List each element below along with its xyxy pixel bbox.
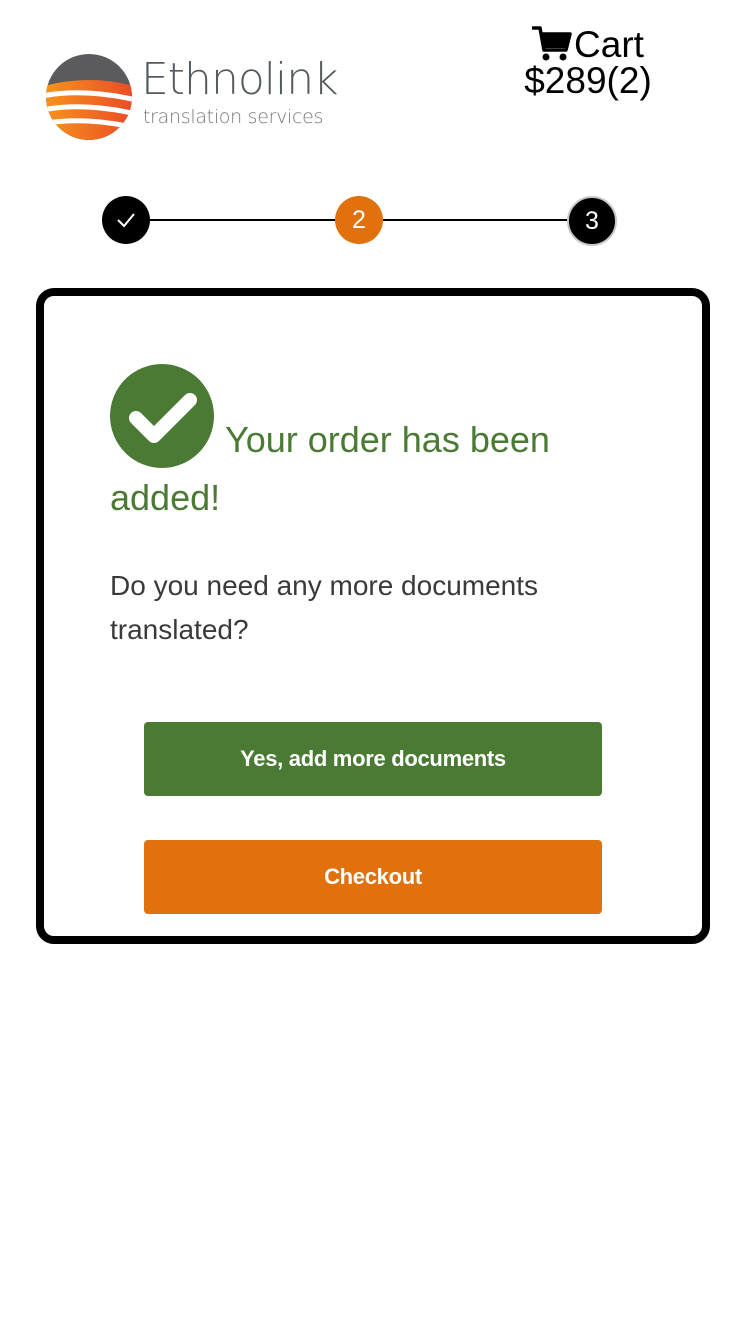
add-more-documents-button[interactable]: Yes, add more documents	[144, 722, 602, 796]
step-1-completed	[102, 196, 150, 244]
step-connector	[383, 219, 567, 221]
step-3-upcoming: 3	[567, 196, 617, 246]
cart-link[interactable]: Cart $289(2)	[510, 20, 666, 101]
more-documents-question: Do you need any more documents translate…	[110, 570, 539, 645]
ethnolink-logo[interactable]: Ethnolink translation services	[44, 52, 339, 144]
shopping-cart-icon	[532, 26, 572, 61]
success-message-row: Your order has been added!	[110, 364, 630, 527]
brand-name: Ethnolink	[141, 54, 339, 105]
step-2-current: 2	[335, 196, 383, 244]
progress-stepper: 2 3	[100, 196, 620, 248]
cart-total: $289(2)	[524, 60, 652, 101]
brand-tagline: translation services	[143, 106, 324, 128]
cart-label: Cart	[574, 23, 644, 65]
order-confirmation-card: Your order has been added! Do you need a…	[36, 288, 710, 944]
check-icon	[117, 213, 135, 228]
logo-mark-icon	[46, 54, 132, 140]
check-circle-icon	[110, 364, 214, 468]
checkout-button[interactable]: Checkout	[144, 840, 602, 914]
step-connector	[150, 219, 335, 221]
